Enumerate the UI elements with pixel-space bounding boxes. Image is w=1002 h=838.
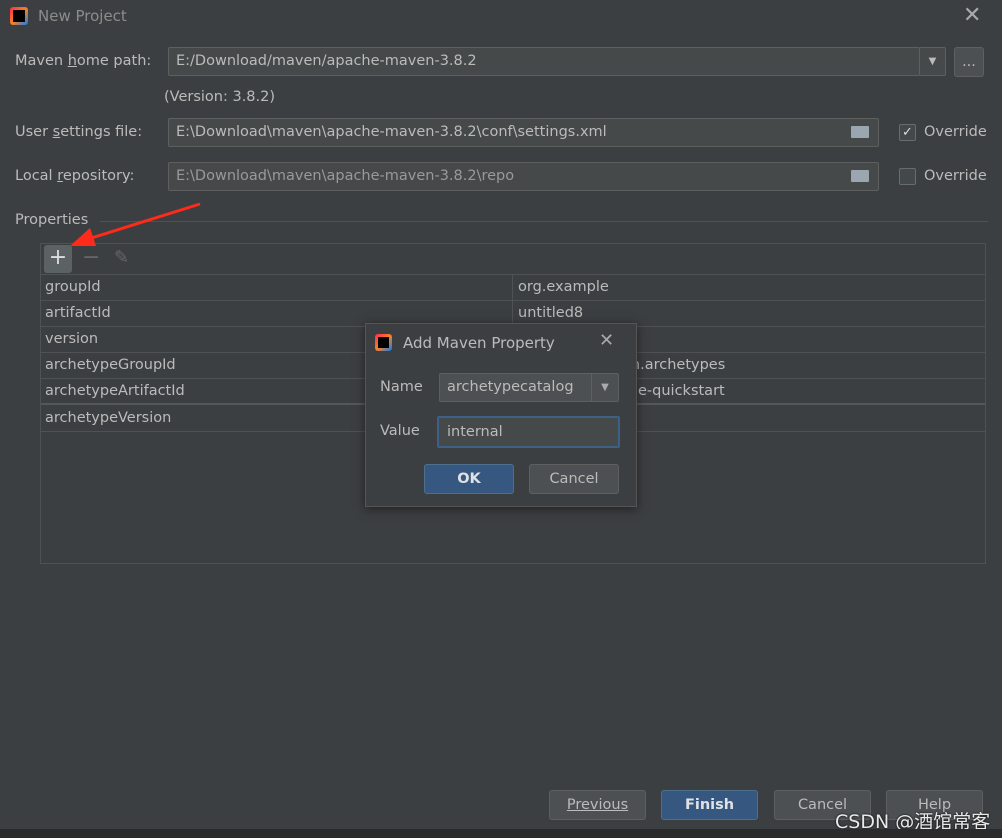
value-input[interactable]: internal xyxy=(437,416,620,448)
user-settings-override-checkbox[interactable]: ✓ xyxy=(899,124,916,141)
bottom-strip xyxy=(0,829,1002,838)
close-icon[interactable]: ✕ xyxy=(963,3,981,28)
add-maven-property-dialog: Add Maven Property ✕ Name archetypecatal… xyxy=(365,323,637,507)
user-settings-override-label: Override xyxy=(924,124,987,140)
local-repo-override-label: Override xyxy=(924,168,987,184)
name-label: Name xyxy=(380,379,423,395)
local-repo-override-checkbox[interactable] xyxy=(899,168,916,185)
browse-button[interactable]: ... xyxy=(954,47,984,77)
maven-home-dropdown-button[interactable]: ▼ xyxy=(919,47,946,76)
dialog-title: Add Maven Property xyxy=(403,334,555,352)
finish-button[interactable]: Finish xyxy=(661,790,758,820)
chevron-down-icon: ▼ xyxy=(928,56,937,67)
dialog-cancel-button[interactable]: Cancel xyxy=(529,464,619,494)
folder-icon[interactable] xyxy=(851,170,869,182)
intellij-logo-icon xyxy=(375,334,392,351)
folder-icon[interactable] xyxy=(851,126,869,138)
ok-button[interactable]: OK xyxy=(424,464,514,494)
previous-button[interactable]: Previous xyxy=(549,790,646,820)
dialog-close-icon[interactable]: ✕ xyxy=(599,330,614,351)
value-label: Value xyxy=(380,423,420,439)
chevron-down-icon[interactable]: ▼ xyxy=(591,374,618,401)
annotation-arrow xyxy=(70,202,201,246)
